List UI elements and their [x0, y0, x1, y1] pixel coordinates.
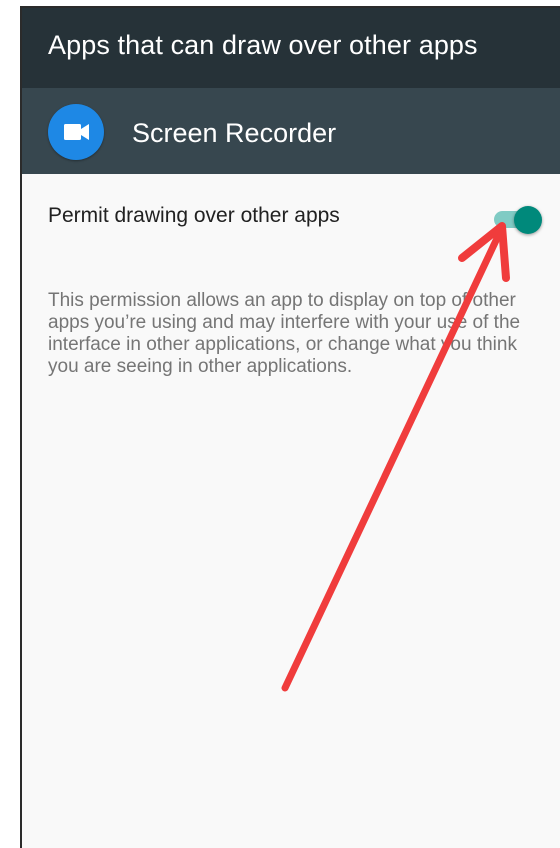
permit-drawing-setting[interactable]: Permit drawing over other apps [22, 174, 560, 258]
videocam-icon [48, 104, 104, 160]
settings-screen: Apps that can draw over other apps Scree… [20, 6, 560, 848]
toggle-thumb [514, 206, 542, 234]
app-header: Screen Recorder [22, 88, 560, 174]
app-name: Screen Recorder [132, 118, 337, 148]
setting-label: Permit drawing over other apps [48, 204, 340, 227]
permission-description: This permission allows an app to display… [48, 290, 521, 377]
toolbar: Apps that can draw over other apps [22, 8, 560, 88]
permit-drawing-toggle[interactable] [492, 204, 544, 234]
page-title: Apps that can draw over other apps [48, 30, 478, 60]
